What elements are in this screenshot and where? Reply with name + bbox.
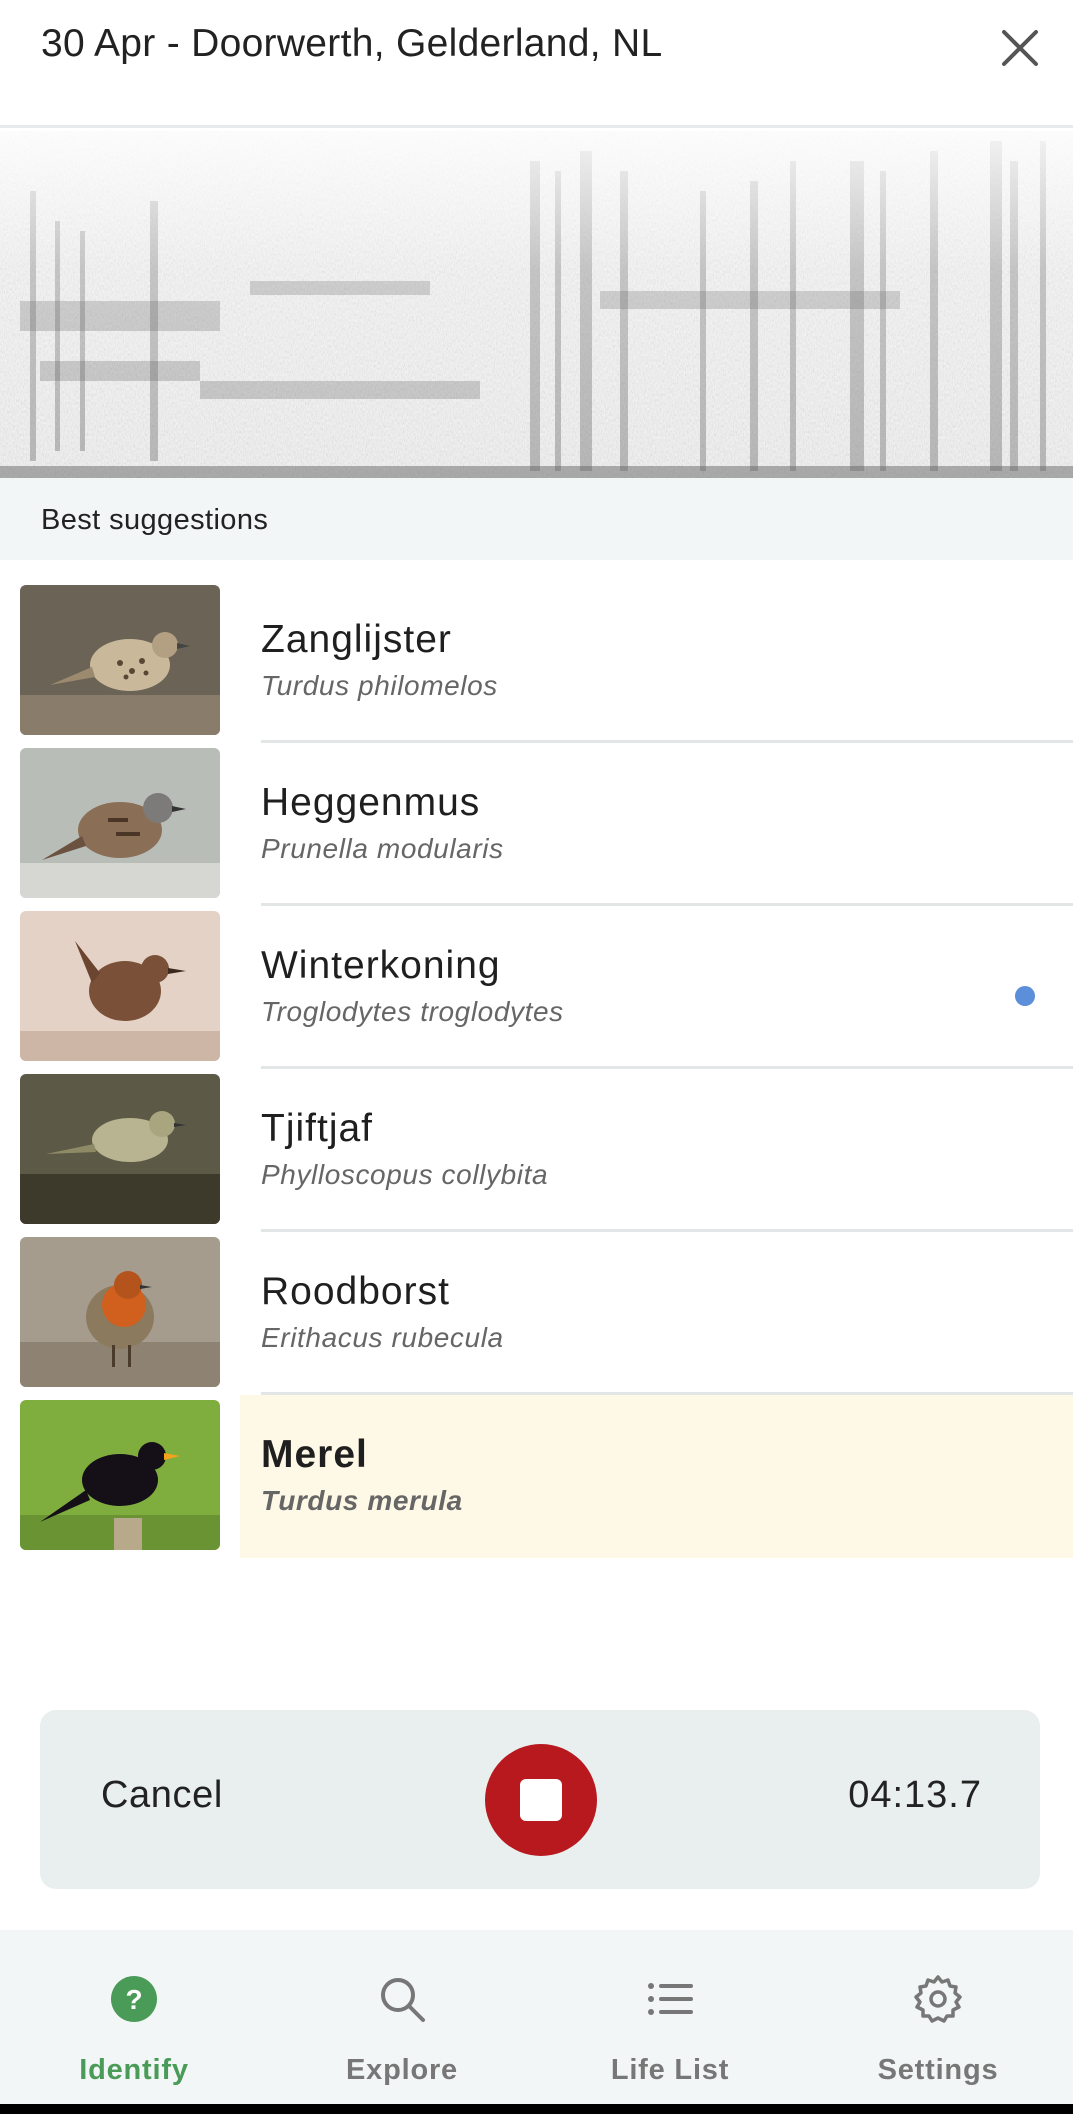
- species-scientific-name: Phylloscopus collybita: [261, 1159, 549, 1190]
- app-header: 30 Apr - Doorwerth, Gelderland, NL: [0, 0, 1073, 128]
- suggestions-header: Best suggestions: [0, 478, 1073, 1006]
- list-icon: [648, 1983, 693, 2015]
- list-item[interactable]: Zanglijster Turdus philomelos: [0, 580, 1073, 743]
- stop-recording-button[interactable]: [485, 1744, 597, 1856]
- species-scientific-name: Erithacus rubecula: [261, 1322, 504, 1353]
- species-common-name: Merel: [261, 1433, 368, 1476]
- bird-photo-thumbnail: [20, 585, 220, 735]
- species-scientific-name: Prunella modularis: [261, 833, 504, 864]
- species-scientific-name: Troglodytes troglodytes: [261, 996, 564, 1027]
- gear-icon: [914, 1975, 962, 2023]
- bird-photo-thumbnail: [20, 911, 220, 1061]
- spectrogram[interactable]: [0, 131, 1073, 478]
- nav-label: Identify: [79, 2054, 189, 2086]
- species-common-name: Zanglijster: [261, 618, 452, 661]
- species-common-name: Tjiftjaf: [261, 1107, 374, 1150]
- nav-identify[interactable]: ? Identify: [0, 1930, 268, 2104]
- bird-photo-thumbnail: [20, 1400, 220, 1550]
- bird-photo-thumbnail: [20, 1074, 220, 1224]
- list-item[interactable]: Winterkoning Troglodytes troglodytes: [0, 906, 1073, 1069]
- recording-panel: Cancel 04:13.7: [40, 1710, 1040, 1889]
- nav-label: Explore: [346, 2054, 458, 2086]
- spectrogram-image: [0, 131, 1073, 478]
- list-item-selected[interactable]: Merel Turdus merula: [0, 1395, 1073, 1558]
- stop-icon: [520, 1779, 562, 1821]
- species-common-name: Winterkoning: [261, 944, 501, 987]
- species-scientific-name: Turdus merula: [261, 1485, 463, 1516]
- bottom-navigation: ? Identify Explore Life List Settings: [0, 1930, 1073, 2104]
- elapsed-time: 04:13.7: [848, 1774, 982, 1816]
- list-item[interactable]: Heggenmus Prunella modularis: [0, 743, 1073, 906]
- close-icon[interactable]: [992, 20, 1048, 76]
- nav-label: Settings: [877, 2054, 999, 2086]
- search-icon: [381, 1978, 425, 2022]
- list-item[interactable]: Roodborst Erithacus rubecula: [0, 1232, 1073, 1395]
- nav-label: Life List: [610, 2054, 730, 2086]
- species-scientific-name: Turdus philomelos: [261, 670, 498, 701]
- bird-photo-thumbnail: [20, 748, 220, 898]
- recording-title: 30 Apr - Doorwerth, Gelderland, NL: [41, 22, 663, 65]
- svg-text:?: ?: [125, 1984, 142, 2015]
- nav-life-list[interactable]: Life List: [536, 1930, 804, 2104]
- system-bar: [0, 2104, 1073, 2114]
- species-common-name: Roodborst: [261, 1270, 450, 1313]
- suggestions-label: Best suggestions: [41, 504, 269, 536]
- species-common-name: Heggenmus: [261, 781, 481, 824]
- question-icon: ?: [111, 1976, 157, 2022]
- nav-settings[interactable]: Settings: [804, 1930, 1072, 2104]
- list-item[interactable]: Tjiftjaf Phylloscopus collybita: [0, 1069, 1073, 1232]
- cancel-button[interactable]: Cancel: [101, 1774, 223, 1817]
- nav-explore[interactable]: Explore: [268, 1930, 536, 2104]
- bird-photo-thumbnail: [20, 1237, 220, 1387]
